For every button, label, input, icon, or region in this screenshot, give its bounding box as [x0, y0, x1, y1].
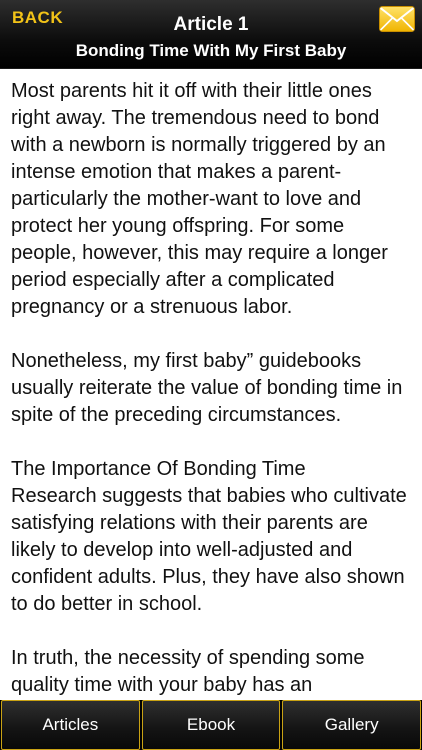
envelope-icon: [379, 6, 415, 32]
tab-ebook[interactable]: Ebook: [141, 700, 281, 750]
back-button[interactable]: BACK: [12, 8, 63, 28]
article-paragraph: In truth, the necessity of spending some…: [11, 647, 365, 696]
article-paragraph: Most parents hit it off with their littl…: [11, 80, 388, 318]
article-paragraph: Research suggests that babies who cultiv…: [11, 485, 407, 615]
tab-gallery[interactable]: Gallery: [282, 700, 422, 750]
page-title: Article 1: [173, 14, 249, 35]
mail-button[interactable]: [379, 6, 415, 32]
bottom-tab-bar: Articles Ebook Gallery: [0, 700, 422, 750]
article-body: Most parents hit it off with their littl…: [0, 69, 422, 700]
article-paragraph: Nonetheless, my first baby” guidebooks u…: [11, 350, 403, 426]
nav-header: BACK Article 1 Bonding Time With My Firs…: [0, 0, 422, 69]
article-subtitle: Bonding Time With My First Baby: [75, 41, 347, 60]
tab-articles[interactable]: Articles: [1, 700, 140, 750]
app-screen: BACK Article 1 Bonding Time With My Firs…: [0, 0, 422, 750]
section-heading: The Importance Of Bonding Time: [11, 458, 306, 480]
